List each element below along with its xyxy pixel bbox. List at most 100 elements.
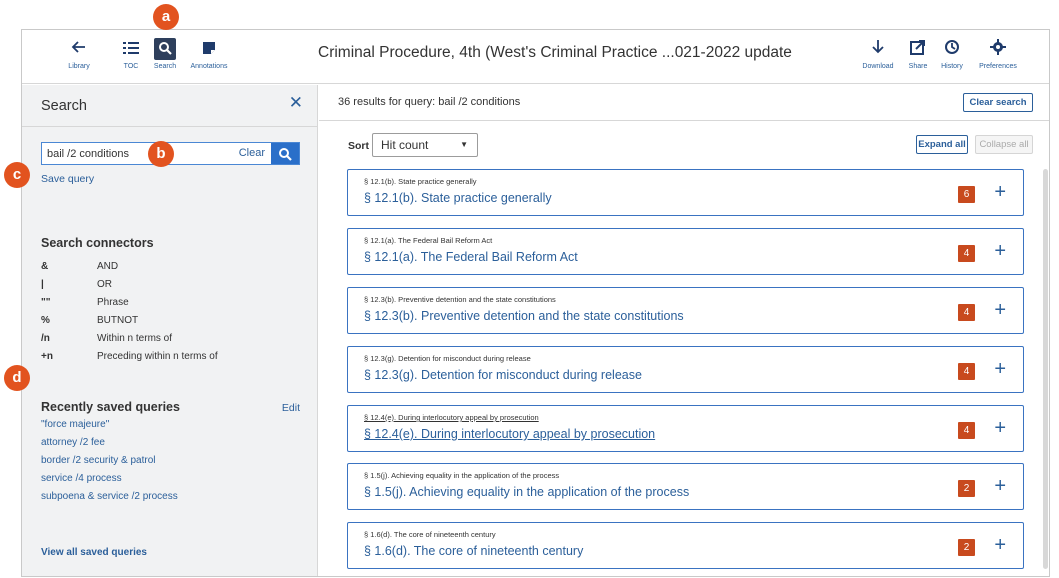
toc-label: TOC xyxy=(123,63,139,70)
result-link[interactable]: § 12.3(b). Preventive detention and the … xyxy=(364,309,684,323)
search-panel-title: Search xyxy=(41,98,87,114)
connector-meaning: Preceding within n terms of xyxy=(97,351,218,362)
result-link[interactable]: § 12.3(g). Detention for misconduct duri… xyxy=(364,368,642,382)
connector-symbol: /n xyxy=(41,333,50,344)
download-button[interactable]: Download xyxy=(860,38,896,70)
library-button[interactable]: Library xyxy=(64,38,94,70)
connector-item: | OR xyxy=(41,279,218,297)
result-card[interactable]: § 12.3(b). Preventive detention and the … xyxy=(347,287,1024,334)
connector-meaning: Within n terms of xyxy=(97,333,173,344)
history-icon xyxy=(937,38,967,60)
recent-queries-title: Recently saved queries xyxy=(41,400,180,414)
collapse-all-button: Collapse all xyxy=(975,135,1033,154)
connector-item: /n Within n terms of xyxy=(41,333,218,351)
result-link[interactable]: § 12.1(a). The Federal Bail Reform Act xyxy=(364,250,578,264)
preferences-button[interactable]: Preferences xyxy=(976,38,1020,70)
expand-all-button[interactable]: Expand all xyxy=(916,135,968,154)
results-area: 36 results for query: bail /2 conditions… xyxy=(319,85,1049,576)
result-link[interactable]: § 1.6(d). The core of nineteenth century xyxy=(364,544,583,558)
search-icon xyxy=(279,148,292,161)
search-submit-button[interactable] xyxy=(271,143,299,164)
connector-list: & AND | OR "" Phrase % BUTNOT /n Within n ter… xyxy=(41,261,218,369)
clear-query-button[interactable]: Clear xyxy=(239,147,265,159)
search-tab-button[interactable]: Search xyxy=(152,38,178,70)
result-link[interactable]: § 12.1(b). State practice generally xyxy=(364,191,552,205)
share-icon xyxy=(906,38,930,60)
search-panel-header: Search ✕ xyxy=(22,85,317,127)
results-scrollbar[interactable] xyxy=(1043,169,1048,569)
connector-meaning: OR xyxy=(97,279,112,290)
close-icon[interactable]: ✕ xyxy=(289,93,303,113)
search-connectors-title: Search connectors xyxy=(41,236,154,250)
top-toolbar: Library TOC Search Annotations Criminal … xyxy=(22,30,1049,84)
recent-query-item[interactable]: subpoena & service /2 process xyxy=(41,491,178,509)
annotations-button[interactable]: Annotations xyxy=(186,38,232,70)
connector-item: & AND xyxy=(41,261,218,279)
expand-plus-icon[interactable]: + xyxy=(994,179,1006,205)
connector-meaning: Phrase xyxy=(97,297,129,308)
connector-symbol: & xyxy=(41,261,49,272)
back-arrow-icon xyxy=(64,38,94,60)
connector-symbol: "" xyxy=(41,297,51,308)
result-card[interactable]: § 12.4(e). During interlocutory appeal b… xyxy=(347,405,1024,452)
sort-label: Sort xyxy=(348,140,369,152)
connector-meaning: AND xyxy=(97,261,119,272)
caret-down-icon: ▼ xyxy=(460,140,468,149)
callout-marker-d: d xyxy=(4,365,30,391)
hit-count-badge: 4 xyxy=(958,422,975,439)
hit-count-badge: 2 xyxy=(958,480,975,497)
connector-symbol: % xyxy=(41,315,50,326)
connector-item: % BUTNOT xyxy=(41,315,218,333)
result-breadcrumb: § 1.5(j). Achieving equality in the appl… xyxy=(364,471,560,480)
toc-button[interactable]: TOC xyxy=(118,38,144,70)
results-summary: 36 results for query: bail /2 conditions xyxy=(338,96,521,108)
expand-plus-icon[interactable]: + xyxy=(994,532,1006,558)
history-button[interactable]: History xyxy=(937,38,967,70)
hit-count-badge: 4 xyxy=(958,363,975,380)
sort-value: Hit count xyxy=(381,138,429,152)
share-button[interactable]: Share xyxy=(906,38,930,70)
result-card[interactable]: § 1.6(d). The core of nineteenth century… xyxy=(347,522,1024,569)
expand-plus-icon[interactable]: + xyxy=(994,473,1006,499)
expand-plus-icon[interactable]: + xyxy=(994,356,1006,382)
result-link[interactable]: § 1.5(j). Achieving equality in the appl… xyxy=(364,485,689,499)
result-card[interactable]: § 12.1(b). State practice generally § 12… xyxy=(347,169,1024,216)
share-label: Share xyxy=(908,63,928,70)
result-card[interactable]: § 12.3(g). Detention for misconduct duri… xyxy=(347,346,1024,393)
expand-plus-icon[interactable]: + xyxy=(994,415,1006,441)
connector-symbol: +n xyxy=(41,351,53,362)
callout-marker-c: c xyxy=(4,162,30,188)
result-breadcrumb: § 12.3(b). Preventive detention and the … xyxy=(364,295,556,304)
results-header: 36 results for query: bail /2 conditions… xyxy=(319,85,1049,121)
edit-queries-button[interactable]: Edit xyxy=(282,402,300,414)
expand-plus-icon[interactable]: + xyxy=(994,297,1006,323)
hit-count-badge: 2 xyxy=(958,539,975,556)
document-title: Criminal Procedure, 4th (West's Criminal… xyxy=(318,44,792,61)
recent-query-item[interactable]: "force majeure" xyxy=(41,419,178,437)
expand-plus-icon[interactable]: + xyxy=(994,238,1006,264)
recent-query-item[interactable]: attorney /2 fee xyxy=(41,437,178,455)
result-breadcrumb: § 12.1(b). State practice generally xyxy=(364,177,477,186)
connector-item: +n Preceding within n terms of xyxy=(41,351,218,369)
hit-count-badge: 6 xyxy=(958,186,975,203)
connector-item: "" Phrase xyxy=(41,297,218,315)
result-breadcrumb: § 12.4(e). During interlocutory appeal b… xyxy=(364,413,539,422)
search-input[interactable] xyxy=(42,143,247,164)
hit-count-badge: 4 xyxy=(958,304,975,321)
gear-icon xyxy=(976,38,1020,60)
result-card[interactable]: § 1.5(j). Achieving equality in the appl… xyxy=(347,463,1024,510)
result-link[interactable]: § 12.4(e). During interlocutory appeal b… xyxy=(364,427,655,441)
download-icon xyxy=(860,38,896,60)
clear-search-button[interactable]: Clear search xyxy=(963,93,1033,112)
history-label: History xyxy=(941,63,963,70)
view-all-saved-queries-link[interactable]: View all saved queries xyxy=(41,547,147,558)
sort-select[interactable]: Hit count ▼ xyxy=(372,133,478,157)
download-label: Download xyxy=(862,63,894,70)
save-query-link[interactable]: Save query xyxy=(41,173,94,185)
hit-count-badge: 4 xyxy=(958,245,975,262)
search-tab-label: Search xyxy=(153,63,177,70)
result-card[interactable]: § 12.1(a). The Federal Bail Reform Act §… xyxy=(347,228,1024,275)
callout-marker-a: a xyxy=(153,4,179,30)
recent-query-item[interactable]: border /2 security & patrol xyxy=(41,455,178,473)
recent-query-item[interactable]: service /4 process xyxy=(41,473,178,491)
